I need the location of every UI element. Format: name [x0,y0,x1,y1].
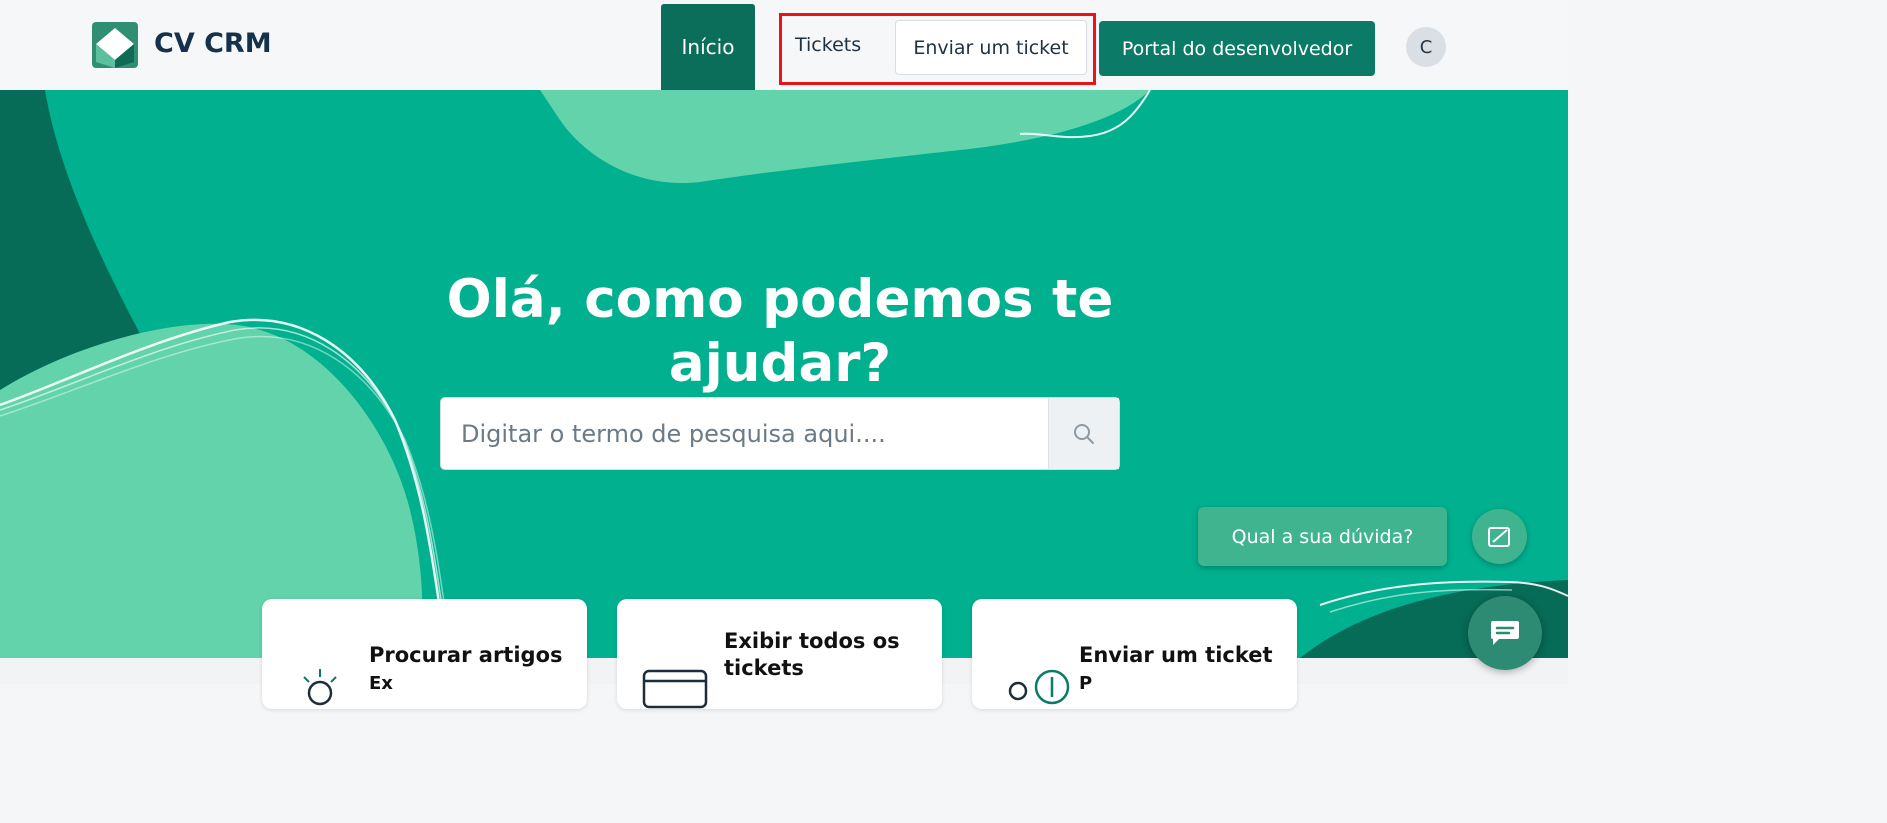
brand-name[interactable]: CV CRM [154,28,272,59]
search-icon [1074,423,1094,444]
lightbulb-icon [303,669,337,706]
card-title: Exibir todos os tickets [724,629,900,680]
developer-portal-button[interactable]: Portal do desenvolvedor [1099,21,1375,76]
top-header: CV CRM Início Tickets Enviar um ticket P… [0,0,1568,90]
help-question-button[interactable]: Qual a sua dúvida? [1198,507,1447,566]
card-browse-articles[interactable]: Procurar artigos Ex [262,599,587,709]
hero-headline: Olá, como podemos te ajudar? [446,269,1114,394]
user-avatar[interactable]: C [1406,27,1446,67]
hero-banner: Olá, como podemos te ajudar? [0,90,1568,658]
card-title: Procurar artigos [369,643,563,667]
card-submit-ticket[interactable]: Enviar um ticket P [972,599,1297,709]
search-input[interactable] [441,398,1049,469]
logo-icon[interactable] [92,22,138,68]
card-subtitle: Ex [369,673,393,694]
nav-submit-ticket[interactable]: Enviar um ticket [895,20,1087,75]
search-button[interactable] [1048,398,1119,469]
nav-tickets[interactable]: Tickets [795,34,861,56]
submit-ticket-icon [1008,669,1070,705]
card-view-tickets[interactable]: Exibir todos os tickets [617,599,942,709]
ticket-icon [642,669,708,709]
search-bar [440,397,1120,470]
card-title: Enviar um ticket [1079,643,1273,667]
card-subtitle: P [1079,673,1093,694]
chat-launcher-button[interactable] [1468,596,1542,670]
help-widget-button[interactable] [1472,509,1527,564]
book-icon [1487,526,1510,547]
chat-icon [1491,621,1519,645]
nav-home[interactable]: Início [661,4,755,90]
